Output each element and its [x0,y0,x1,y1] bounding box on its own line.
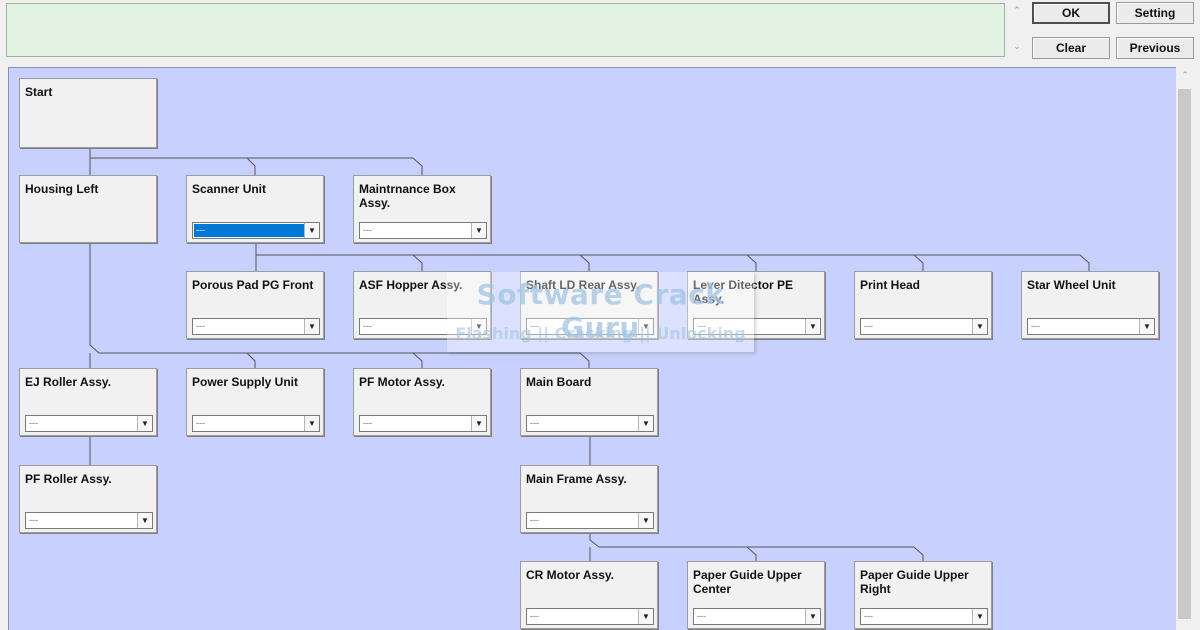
connector-scanner-asf [412,254,423,271]
dropdown-arrow-icon[interactable]: ▼ [471,223,486,238]
node-maintrnance-box-assy[interactable]: Maintrnance Box Assy. --- ▼ [353,175,491,243]
dropdown-arrow-icon[interactable]: ▼ [304,319,319,334]
select-value: --- [363,225,372,235]
node-label: EJ Roller Assy. [25,375,112,389]
connector-start-scanner [246,157,256,175]
paper-guide-upper-right-select[interactable]: --- ▼ [860,608,988,625]
maintrnance-box-assy-select[interactable]: --- ▼ [359,222,487,239]
setting-button[interactable]: Setting [1116,2,1194,24]
connector-mainframe-paper-center [746,546,757,561]
node-label: Maintrnance Box Assy. [359,182,456,210]
pf-roller-assy-select[interactable]: --- ▼ [25,512,153,529]
scroll-down-icon[interactable]: ⌄ [1010,41,1024,52]
node-paper-guide-upper-right[interactable]: Paper Guide Upper Right --- ▼ [854,561,992,629]
canvas-vertical-scrollbar[interactable]: ⌃ [1176,67,1194,630]
select-value: --- [196,321,205,331]
scroll-up-icon[interactable]: ⌃ [1010,5,1024,16]
connector-scanner [255,242,1090,271]
node-housing-left[interactable]: Housing Left [19,175,157,243]
node-ej-roller-assy[interactable]: EJ Roller Assy. --- ▼ [19,368,157,436]
ok-button[interactable]: OK [1032,2,1110,24]
connector-housing-power [246,352,256,368]
node-main-board[interactable]: Main Board --- ▼ [520,368,658,436]
node-star-wheel-unit[interactable]: Star Wheel Unit --- ▼ [1021,271,1159,339]
connector-housing-pfmotor [412,352,423,368]
node-main-frame-assy[interactable]: Main Frame Assy. --- ▼ [520,465,658,533]
print-head-select[interactable]: --- ▼ [860,318,988,335]
node-label: Main Board [526,375,592,389]
main-board-select[interactable]: --- ▼ [526,415,654,432]
clear-button[interactable]: Clear [1032,37,1110,59]
pf-motor-assy-select[interactable]: --- ▼ [359,415,487,432]
cr-motor-assy-select[interactable]: --- ▼ [526,608,654,625]
node-cr-motor-assy[interactable]: CR Motor Assy. --- ▼ [520,561,658,629]
select-value: --- [1031,321,1040,331]
dropdown-arrow-icon[interactable]: ▼ [304,223,319,238]
power-supply-unit-select[interactable]: --- ▼ [192,415,320,432]
dropdown-arrow-icon[interactable]: ▼ [972,609,987,624]
node-label: Print Head [860,278,921,292]
paper-guide-upper-center-select[interactable]: --- ▼ [693,608,821,625]
node-label: Main Frame Assy. [526,472,627,486]
node-label: Paper Guide Upper Center [693,568,802,596]
node-print-head[interactable]: Print Head --- ▼ [854,271,992,339]
porous-pad-pg-front-select[interactable]: --- ▼ [192,318,320,335]
node-label: Housing Left [25,182,99,196]
node-label: Paper Guide Upper Right [860,568,969,596]
dropdown-arrow-icon[interactable]: ▼ [304,416,319,431]
node-label: Power Supply Unit [192,375,299,389]
dropdown-arrow-icon[interactable]: ▼ [638,513,653,528]
dropdown-arrow-icon[interactable]: ▼ [471,416,486,431]
dropdown-arrow-icon[interactable]: ▼ [805,319,820,334]
previous-button[interactable]: Previous [1116,37,1194,59]
node-label: CR Motor Assy. [526,568,615,582]
select-value: --- [530,515,539,525]
node-pf-roller-assy[interactable]: PF Roller Assy. --- ▼ [19,465,157,533]
watermark: Software Crack Guru Flashing || Cracking… [447,272,754,352]
node-paper-guide-upper-center[interactable]: Paper Guide Upper Center --- ▼ [687,561,825,629]
ej-roller-assy-select[interactable]: --- ▼ [25,415,153,432]
message-pane [6,3,1005,57]
connector-scanner-printhead [913,254,924,271]
node-porous-pad-pg-front[interactable]: Porous Pad PG Front --- ▼ [186,271,324,339]
select-value: --- [29,418,38,428]
node-label: Porous Pad PG Front [192,278,314,292]
node-label: PF Motor Assy. [359,375,446,389]
select-value: --- [196,418,205,428]
dropdown-arrow-icon[interactable]: ▼ [638,609,653,624]
select-value: --- [864,611,873,621]
scanner-unit-select[interactable]: --- ▼ [192,222,320,239]
dropdown-arrow-icon[interactable]: ▼ [137,513,152,528]
select-value: --- [864,321,873,331]
dropdown-arrow-icon[interactable]: ▼ [638,416,653,431]
start-node[interactable]: Start [19,78,157,148]
connector-scanner-shaft [579,254,590,271]
select-value: --- [194,224,306,237]
node-power-supply-unit[interactable]: Power Supply Unit --- ▼ [186,368,324,436]
dropdown-arrow-icon[interactable]: ▼ [805,609,820,624]
message-pane-scrollbar[interactable]: ⌃ ⌄ [1007,3,1027,57]
dropdown-arrow-icon[interactable]: ▼ [137,416,152,431]
star-wheel-unit-select[interactable]: --- ▼ [1027,318,1155,335]
connector-scanner-lever [746,254,757,271]
dropdown-arrow-icon[interactable]: ▼ [1139,319,1154,334]
node-label: Scanner Unit [192,182,267,196]
node-pf-motor-assy[interactable]: PF Motor Assy. --- ▼ [353,368,491,436]
start-node-label: Start [25,85,53,99]
select-value: --- [363,418,372,428]
select-value: --- [29,515,38,525]
watermark-subtitle: Flashing || Cracking || Unlocking [455,324,746,343]
scroll-up-icon[interactable]: ⌃ [1178,70,1192,81]
node-scanner-unit[interactable]: Scanner Unit --- ▼ [186,175,324,243]
main-frame-assy-select[interactable]: --- ▼ [526,512,654,529]
scrollbar-thumb[interactable] [1178,89,1191,619]
node-label: PF Roller Assy. [25,472,112,486]
node-label: Star Wheel Unit [1027,278,1116,292]
select-value: --- [697,611,706,621]
select-value: --- [530,611,539,621]
connector-start [89,148,423,175]
select-value: --- [530,418,539,428]
dropdown-arrow-icon[interactable]: ▼ [972,319,987,334]
